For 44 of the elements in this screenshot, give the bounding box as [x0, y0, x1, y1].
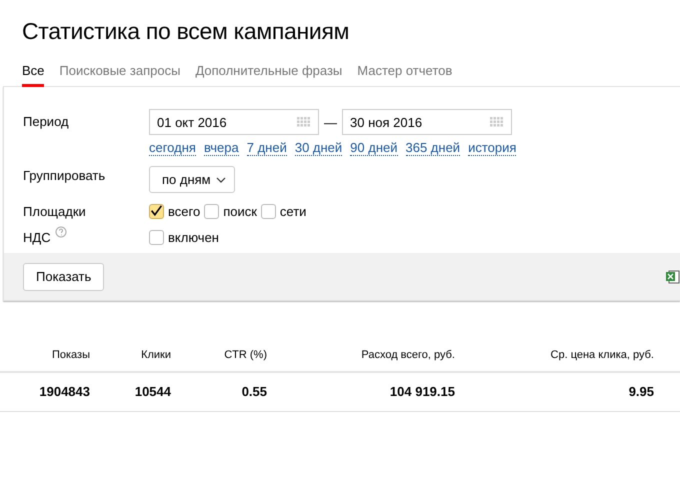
checkbox[interactable]: [149, 204, 164, 219]
sites-label: Площадки: [23, 204, 87, 219]
column-header: Расход всего, руб.: [360, 349, 455, 361]
table-cell-text: 9.95: [628, 384, 654, 399]
range-link[interactable]: вчера: [204, 141, 239, 156]
column-header: Показы: [50, 349, 90, 361]
checkbox[interactable]: [149, 230, 164, 245]
page-title: Статистика по всем кампаниям: [21, 17, 350, 45]
date-field[interactable]: 30 ноя 2016: [342, 109, 512, 135]
group-select[interactable]: по дням: [149, 166, 235, 193]
show-button[interactable]: Показать: [23, 262, 104, 290]
checkbox[interactable]: [260, 204, 276, 219]
range-link[interactable]: 365 дней: [406, 141, 460, 156]
range-link[interactable]: 7 дней: [246, 141, 287, 156]
tab[interactable]: Поисковые запросы: [59, 63, 180, 87]
spreadsheet-icon[interactable]: [666, 270, 680, 284]
tab[interactable]: Мастер отчетов: [357, 63, 452, 87]
tab[interactable]: Все: [22, 63, 44, 87]
help-icon[interactable]: [54, 226, 67, 238]
checkbox-label: поиск: [223, 204, 257, 219]
group-label: Группировать: [23, 168, 106, 183]
calendar-icon[interactable]: [297, 117, 311, 127]
table-cell-text: 0.55: [240, 384, 267, 399]
column-header: Ср. цена клика, руб.: [550, 349, 654, 361]
period-label: Период: [23, 113, 70, 131]
range-link[interactable]: 90 дней: [350, 141, 398, 156]
table-cell-text: 104 919.15: [388, 384, 455, 399]
date-field[interactable]: 01 окт 2016: [149, 109, 319, 135]
table-cell-text: 10544: [134, 384, 171, 399]
column-header: CTR (%): [223, 349, 267, 361]
range-link[interactable]: сегодня: [149, 141, 196, 156]
chevron-icon: [216, 176, 226, 182]
tab[interactable]: Дополнительные фразы: [195, 63, 342, 87]
vat-label: НДС: [23, 230, 51, 245]
range-link[interactable]: 30 дней: [294, 141, 342, 156]
dash: —: [324, 114, 337, 130]
table-cell-text: 1904843: [38, 384, 90, 399]
calendar-icon[interactable]: [490, 117, 504, 127]
checkbox[interactable]: [204, 204, 220, 219]
checkbox-label: всего: [168, 204, 200, 219]
checkbox-label: сети: [280, 204, 306, 219]
column-header: Клики: [140, 349, 171, 361]
range-link[interactable]: история: [468, 141, 516, 156]
checkbox-label: включен: [168, 230, 219, 245]
